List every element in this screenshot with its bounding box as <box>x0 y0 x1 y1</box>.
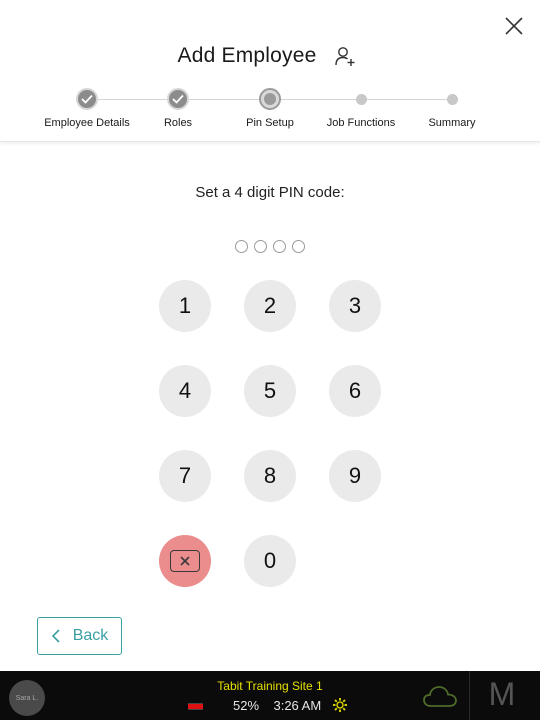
step-label: Employee Details <box>44 117 130 129</box>
check-icon <box>167 88 189 110</box>
step-label: Summary <box>428 117 476 129</box>
key-6[interactable]: 6 <box>329 365 381 417</box>
app-logo[interactable]: M <box>482 676 522 713</box>
backspace-icon <box>170 550 200 572</box>
step-label: Job Functions <box>326 117 396 129</box>
active-step-dot <box>259 88 281 110</box>
step-roles: Roles <box>128 86 228 129</box>
add-user-icon <box>335 47 355 66</box>
status-info: 52% 3:26 AM <box>233 698 321 713</box>
avatar[interactable]: Sara L. <box>9 680 45 716</box>
cloud-icon[interactable] <box>422 683 458 709</box>
key-9[interactable]: 9 <box>329 450 381 502</box>
pin-prompt: Set a 4 digit PIN code: <box>195 184 345 201</box>
gear-icon[interactable] <box>332 697 348 713</box>
delete-key[interactable] <box>159 535 211 587</box>
key-1[interactable]: 1 <box>159 280 211 332</box>
key-0[interactable]: 0 <box>244 535 296 587</box>
key-5[interactable]: 5 <box>244 365 296 417</box>
key-4[interactable]: 4 <box>159 365 211 417</box>
chevron-left-icon <box>51 629 60 643</box>
back-button[interactable]: Back <box>37 617 122 655</box>
close-icon[interactable] <box>500 12 528 40</box>
back-label: Back <box>72 627 109 644</box>
step-label: Pin Setup <box>246 117 294 129</box>
battery-level: 52% <box>233 698 260 713</box>
status-divider <box>469 671 470 720</box>
key-2[interactable]: 2 <box>244 280 296 332</box>
key-7[interactable]: 7 <box>159 450 211 502</box>
stepper: Employee Details Roles Pin Setup Job Fun… <box>0 86 540 136</box>
step-job-functions: Job Functions <box>311 86 411 129</box>
step-label: Roles <box>163 117 193 129</box>
clock-time: 3:26 AM <box>273 698 322 713</box>
pending-step-dot <box>355 93 367 105</box>
step-employee-details: Employee Details <box>37 86 137 129</box>
step-pin-setup: Pin Setup <box>220 86 320 129</box>
header: Add Employee Employee Details Roles Pin … <box>0 0 540 142</box>
step-summary: Summary <box>402 86 502 129</box>
pin-indicator <box>0 240 540 253</box>
pending-step-dot <box>446 93 458 105</box>
key-3[interactable]: 3 <box>329 280 381 332</box>
pin-dot <box>235 240 248 253</box>
battery-icon <box>188 703 203 710</box>
site-name: Tabit Training Site 1 <box>217 679 323 693</box>
pin-dot <box>273 240 286 253</box>
pin-dot <box>292 240 305 253</box>
page-title: Add Employee <box>177 44 317 67</box>
pin-dot <box>254 240 267 253</box>
check-icon <box>76 88 98 110</box>
key-8[interactable]: 8 <box>244 450 296 502</box>
title-row: Add Employee <box>0 40 540 72</box>
